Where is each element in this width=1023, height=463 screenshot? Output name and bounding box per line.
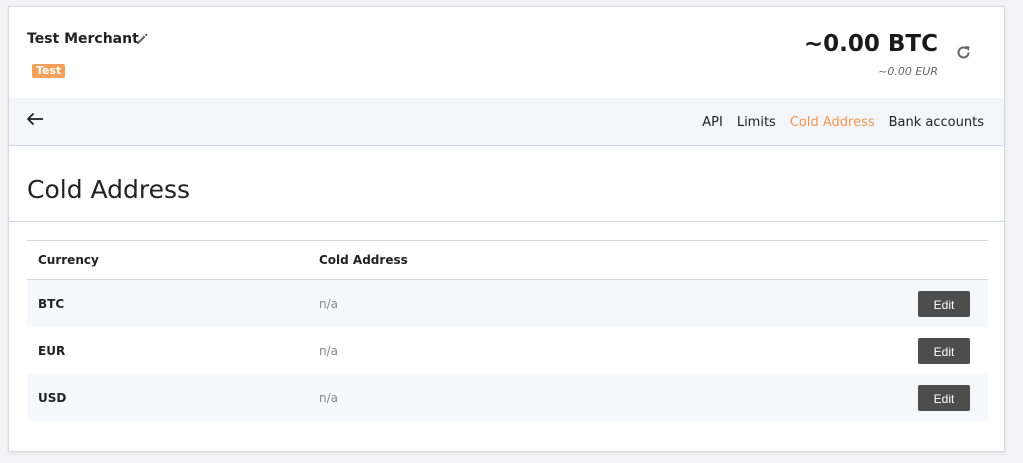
nav-link-cold-address[interactable]: Cold Address <box>790 115 875 130</box>
edit-button-usd[interactable]: Edit <box>918 384 970 411</box>
merchant-nav: API Limits Cold Address Bank accounts <box>9 98 1004 146</box>
currency-cell: USD <box>27 374 308 421</box>
table-row: EUR n/a Edit <box>27 327 988 374</box>
cold-address-cell: n/a <box>308 374 701 421</box>
table-row: BTC n/a Edit <box>27 279 988 327</box>
page-title: Cold Address <box>27 175 191 204</box>
currency-cell: EUR <box>27 327 308 374</box>
test-mode-badge: Test <box>32 64 66 78</box>
action-cell: Edit <box>700 374 988 421</box>
nav-links: API Limits Cold Address Bank accounts <box>702 115 984 130</box>
fiat-balance: ~0.00 EUR <box>878 65 938 78</box>
cold-address-cell: n/a <box>308 327 701 374</box>
column-header-currency: Currency <box>27 240 308 280</box>
arrow-left-icon[interactable] <box>25 111 45 127</box>
merchant-name: Test Merchant <box>27 31 139 47</box>
table-row: USD n/a Edit <box>27 374 988 421</box>
column-header-cold-address: Cold Address <box>308 240 701 280</box>
nav-link-limits[interactable]: Limits <box>737 115 776 130</box>
column-header-actions <box>700 240 988 280</box>
btc-balance: ~0.00 BTC <box>803 31 938 57</box>
refresh-icon[interactable] <box>955 44 972 61</box>
action-cell: Edit <box>700 279 988 327</box>
currency-cell: BTC <box>27 279 308 327</box>
edit-button-eur[interactable]: Edit <box>918 337 970 364</box>
merchant-header: Test Merchant Test ~0.00 BTC ~0.00 EUR <box>9 7 1004 99</box>
cold-address-table: Currency Cold Address BTC n/a Edit EUR n… <box>27 240 988 421</box>
cold-address-cell: n/a <box>308 279 701 327</box>
merchant-card: Test Merchant Test ~0.00 BTC ~0.00 EUR A… <box>8 6 1005 452</box>
title-divider <box>9 221 1004 222</box>
table-header-row: Currency Cold Address <box>27 240 988 280</box>
nav-link-api[interactable]: API <box>702 115 723 130</box>
edit-button-btc[interactable]: Edit <box>918 290 970 317</box>
action-cell: Edit <box>700 327 988 374</box>
pencil-icon[interactable] <box>135 32 149 46</box>
nav-link-bank-accounts[interactable]: Bank accounts <box>889 115 984 130</box>
